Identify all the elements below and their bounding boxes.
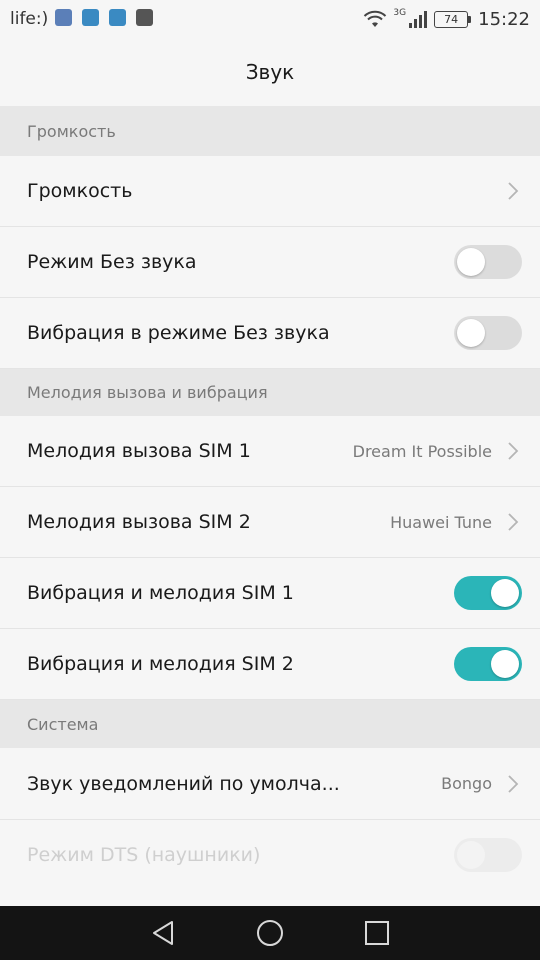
battery-level: 74 (444, 12, 459, 26)
dts-mode-row: Режим DTS (наушники) (0, 820, 540, 890)
row-value: Huawei Tune (390, 512, 492, 532)
row-value: Dream It Possible (352, 441, 492, 461)
notification-sound-row[interactable]: Звук уведомлений по умолча... Bongo (0, 748, 540, 820)
navigation-bar (0, 906, 540, 960)
toggle-knob (457, 248, 485, 276)
recents-button[interactable] (357, 913, 397, 953)
toggle-knob (491, 579, 519, 607)
chevron-right-icon (508, 513, 519, 531)
vibrate-in-silent-toggle[interactable] (454, 316, 522, 350)
volume-row[interactable]: Громкость (0, 156, 540, 227)
recents-square-icon (364, 921, 389, 945)
row-label: Режим DTS (наушники) (27, 844, 261, 866)
section-header-ringtone: Мелодия вызова и вибрация (0, 369, 540, 416)
network-type-label: 3G (393, 8, 407, 18)
row-label: Звук уведомлений по умолча... (27, 772, 340, 795)
toggle-knob (491, 650, 519, 678)
status-bar: life:) 3G 74 15:22 (0, 0, 540, 38)
section-header-label: Система (27, 714, 99, 734)
page-title: Звук (245, 60, 295, 84)
toggle-knob (457, 841, 485, 869)
home-circle-icon (256, 920, 283, 946)
vk-icon (55, 9, 72, 26)
home-button[interactable] (250, 913, 290, 953)
wifi-icon (364, 10, 387, 27)
ringtone-sim1-row[interactable]: Мелодия вызова SIM 1 Dream It Possible (0, 416, 540, 487)
dts-mode-toggle (454, 838, 522, 872)
back-triangle-icon (153, 921, 174, 945)
silent-mode-toggle[interactable] (454, 245, 522, 279)
row-label: Вибрация в режиме Без звука (27, 322, 330, 344)
section-header-label: Громкость (27, 121, 116, 141)
row-label: Мелодия вызова SIM 1 (27, 440, 251, 462)
row-label: Громкость (27, 180, 133, 202)
title-bar: Звук (0, 38, 540, 106)
row-label: Вибрация и мелодия SIM 2 (27, 653, 294, 675)
row-label: Вибрация и мелодия SIM 1 (27, 582, 294, 604)
carrier-name: life:) (10, 9, 49, 29)
chevron-right-icon (508, 442, 519, 460)
row-label: Режим Без звука (27, 251, 197, 273)
status-indicators: 3G 74 15:22 (363, 8, 530, 30)
vibrate-ring-sim1-toggle[interactable] (454, 576, 522, 610)
section-header-volume: Громкость (0, 106, 540, 156)
row-label: Мелодия вызова SIM 2 (27, 511, 251, 533)
message-icon (82, 9, 99, 26)
battery-icon: 74 (434, 10, 472, 28)
vibrate-ring-sim1-row[interactable]: Вибрация и мелодия SIM 1 (0, 558, 540, 629)
chevron-right-icon (508, 182, 519, 200)
ringtone-sim2-row[interactable]: Мелодия вызова SIM 2 Huawei Tune (0, 487, 540, 558)
vibrate-ring-sim2-toggle[interactable] (454, 647, 522, 681)
chevron-right-icon (508, 774, 519, 793)
clock: 15:22 (478, 8, 530, 30)
vibrate-in-silent-row[interactable]: Вибрация в режиме Без звука (0, 298, 540, 369)
gallery-icon (136, 9, 153, 26)
row-value: Bongo (441, 774, 492, 793)
silent-mode-row[interactable]: Режим Без звука (0, 227, 540, 298)
section-header-label: Мелодия вызова и вибрация (27, 383, 268, 402)
image-icon (109, 9, 126, 26)
back-button[interactable] (143, 913, 183, 953)
vibrate-ring-sim2-row[interactable]: Вибрация и мелодия SIM 2 (0, 629, 540, 700)
section-header-system: Система (0, 700, 540, 748)
signal-icon (409, 11, 428, 28)
toggle-knob (457, 319, 485, 347)
